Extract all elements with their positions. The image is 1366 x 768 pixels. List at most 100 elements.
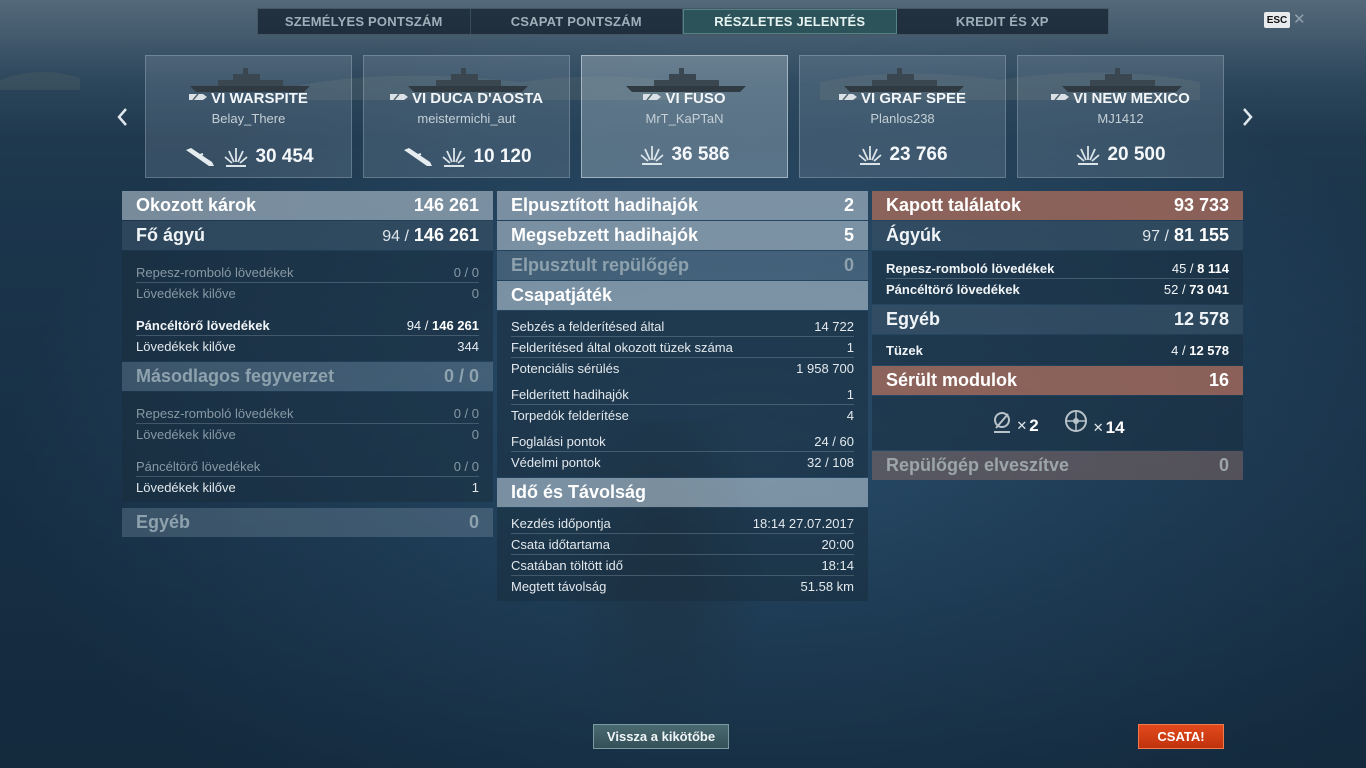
value: 94 / 146 261	[382, 225, 479, 245]
module-item: ✕ 14	[1061, 408, 1125, 438]
ship-silhouette-icon	[844, 68, 964, 92]
label: Fő ágyú	[136, 225, 206, 245]
ship-tier-name: VI FUSO	[665, 90, 726, 107]
steering-module-icon	[1064, 410, 1087, 432]
esc-button[interactable]: ESC	[1264, 12, 1290, 28]
tab-team-score[interactable]: CSAPAT PONTSZÁM	[471, 9, 683, 34]
damage-dealt-header: Okozott károk 146 261	[122, 191, 493, 220]
ship-card[interactable]: VI GRAF SPEE Planlos238 23 766	[799, 55, 1006, 178]
damage-value: 30 454	[255, 146, 314, 167]
multiply-icon: ✕	[1016, 418, 1028, 433]
damage-explosion-icon	[224, 148, 249, 167]
hits-received-header: Kapott találatok 93 733	[872, 191, 1243, 220]
battle-button[interactable]: CSATA!	[1138, 724, 1224, 749]
ship-name: VI DUCA D'AOSTA	[364, 90, 569, 107]
damaged-modules-list: ✕ 2 ✕ 14	[872, 396, 1243, 450]
he-fired-row: Lövedékek kilőve 0	[136, 285, 479, 301]
close-icon[interactable]: ✕	[1293, 10, 1306, 28]
spotting-fires-row: Felderítésed által okozott tüzek száma 1	[511, 339, 854, 355]
battle-stats-panel: Elpusztított hadihajók 2 Megsebzett hadih…	[497, 191, 868, 602]
chevron-left-icon[interactable]	[114, 104, 132, 130]
back-to-port-button[interactable]: Vissza a kikötőbe	[593, 724, 729, 749]
engine-module-icon	[994, 412, 1011, 433]
sec-he-row: Repesz-romboló lövedékek 0 / 0	[136, 405, 479, 421]
ap-fired-row: Lövedékek kilőve 344	[136, 338, 479, 354]
damage-explosion-icon	[640, 146, 665, 165]
sunk-ship-icon	[404, 148, 433, 166]
tab-detailed-report[interactable]: RÉSZLETES JELENTÉS	[683, 9, 897, 34]
ship-damage: 30 454	[146, 144, 351, 170]
sunk-ship-icon	[186, 148, 215, 166]
value: 146 261	[413, 195, 479, 215]
planes-lost-header: Repülőgép elveszítve 0	[872, 451, 1243, 480]
damage-explosion-icon	[858, 146, 883, 165]
capture-points-row: Foglalási pontok 24 / 60	[511, 433, 854, 449]
ship-silhouette-icon	[408, 68, 528, 92]
player-name: meistermichi_aut	[417, 111, 516, 126]
ship-class-icon	[643, 93, 662, 101]
secondary-details: Repesz-romboló lövedékek 0 / 0 Lövedékek …	[122, 392, 493, 502]
label: Okozott károk	[136, 195, 257, 215]
ap-received-row: Páncéltörő lövedékek 52 / 73 041	[886, 281, 1229, 297]
sec-ap-fired-row: Lövedékek kilőve 1	[136, 479, 479, 495]
player-name: Planlos238	[870, 111, 935, 126]
teamplay-details: Sebzés a felderítésed által 14 722 Felder…	[497, 311, 868, 477]
module-item: ✕ 2	[990, 410, 1039, 436]
chevron-right-icon[interactable]	[1238, 104, 1256, 130]
tab-personal-score[interactable]: SZEMÉLYES PONTSZÁM	[258, 9, 471, 34]
report-tabs: SZEMÉLYES PONTSZÁM CSAPAT PONTSZÁM RÉSZL…	[257, 8, 1109, 35]
other-received-details: Tüzek 4 / 12 578	[872, 335, 1243, 365]
ship-silhouette-icon	[1062, 68, 1182, 92]
time-in-battle-row: Csatában töltött idő 18:14	[511, 557, 854, 573]
damage-value: 36 586	[671, 144, 730, 165]
he-shells-row: Repesz-romboló lövedékek 0 / 0	[136, 264, 479, 280]
damage-value: 10 120	[473, 146, 532, 167]
damage-received-panel: Kapott találatok 93 733 Ágyúk 97 / 81 155…	[872, 191, 1243, 481]
ship-tier-name: VI WARSPITE	[211, 90, 308, 107]
ship-card[interactable]: VI WARSPITE Belay_There 30 454	[145, 55, 352, 178]
time-distance-details: Kezdés időpontja 18:14 27.07.2017 Csata i…	[497, 508, 868, 601]
ships-destroyed-header: Elpusztított hadihajók 2	[497, 191, 868, 220]
damage-explosion-icon	[442, 148, 467, 167]
ship-class-icon	[389, 93, 408, 101]
start-time-row: Kezdés időpontja 18:14 27.07.2017	[511, 515, 854, 531]
spotted-ships-row: Felderített hadihajók 1	[511, 386, 854, 402]
sec-he-fired-row: Lövedékek kilőve 0	[136, 426, 479, 442]
he-received-row: Repesz-romboló lövedékek 45 / 8 114	[886, 260, 1229, 276]
damaged-modules-header: Sérült modulok 16	[872, 366, 1243, 395]
player-name: MrT_KaPTaN	[645, 111, 724, 126]
planes-destroyed-header: Elpusztult repülőgép 0	[497, 251, 868, 280]
ship-damage: 23 766	[800, 144, 1005, 166]
player-name: MJ1412	[1097, 111, 1144, 126]
torpedoes-spotted-row: Torpedók felderítése 4	[511, 407, 854, 423]
ship-card[interactable]: VI DUCA D'AOSTA meistermichi_aut 10 120	[363, 55, 570, 178]
guns-received-details: Repesz-romboló lövedékek 45 / 8 114 Páncé…	[872, 251, 1243, 304]
secondary-header: Másodlagos fegyverzet 0 / 0	[122, 362, 493, 391]
ap-shells-row: Páncéltörő lövedékek 94 / 146 261	[136, 317, 479, 333]
ship-tier-name: VI NEW MEXICO	[1073, 90, 1190, 107]
other-received-header: Egyéb 12 578	[872, 305, 1243, 334]
damage-value: 20 500	[1107, 144, 1166, 165]
ship-damage: 36 586	[582, 144, 787, 166]
tab-credits-xp[interactable]: KREDIT ÉS XP	[897, 9, 1109, 34]
damage-value: 23 766	[889, 144, 948, 165]
other-damage-header: Egyéb 0	[122, 508, 493, 537]
ship-name: VI FUSO	[582, 90, 787, 107]
ship-silhouette-icon	[190, 68, 310, 92]
ship-class-icon	[189, 93, 208, 101]
battle-duration-row: Csata időtartama 20:00	[511, 536, 854, 552]
guns-received-header: Ágyúk 97 / 81 155	[872, 221, 1243, 250]
main-guns-details: Repesz-romboló lövedékek 0 / 0 Lövedékek …	[122, 251, 493, 361]
damage-dealt-panel: Okozott károk 146 261 Fő ágyú 94 / 146 2…	[122, 191, 493, 538]
main-guns-header: Fő ágyú 94 / 146 261	[122, 221, 493, 250]
ship-card[interactable]: VI FUSO MrT_KaPTaN 36 586	[581, 55, 788, 178]
fires-row: Tüzek 4 / 12 578	[886, 342, 1229, 358]
sec-ap-row: Páncéltörő lövedékek 0 / 0	[136, 458, 479, 474]
teamplay-header: Csapatjáték	[497, 281, 868, 310]
module-count: 14	[1105, 418, 1125, 437]
player-name: Belay_There	[211, 111, 286, 126]
distance-row: Megtett távolság 51.58 km	[511, 578, 854, 594]
ship-card[interactable]: VI NEW MEXICO MJ1412 20 500	[1017, 55, 1224, 178]
ship-class-icon	[838, 93, 857, 101]
ships-damaged-header: Megsebzett hadihajók 5	[497, 221, 868, 250]
